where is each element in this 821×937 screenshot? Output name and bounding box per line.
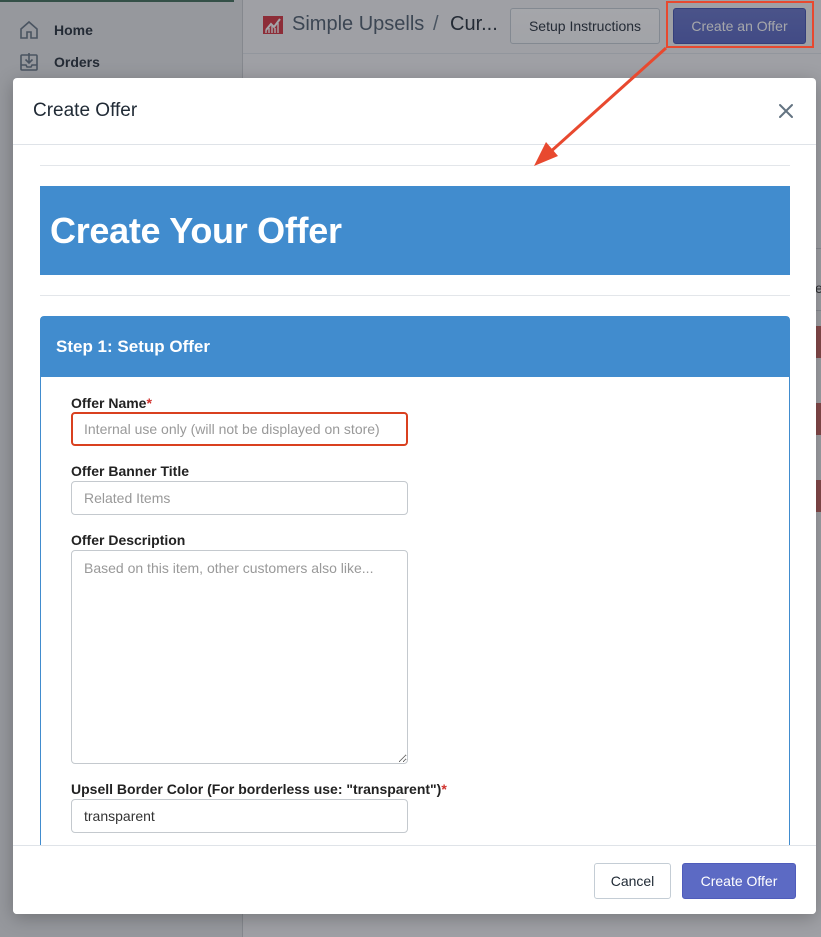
cancel-button[interactable]: Cancel	[594, 863, 671, 899]
modal-title: Create Offer	[33, 100, 138, 121]
offer-banner: Create Your Offer	[40, 186, 790, 275]
offer-banner-title-label: Offer Banner Title	[71, 463, 189, 479]
divider	[40, 295, 790, 296]
offer-name-label: Offer Name*	[71, 395, 152, 411]
create-offer-modal: Create Offer Create Your Offer Step 1: S…	[13, 78, 816, 914]
divider	[40, 165, 790, 166]
border-color-input[interactable]	[71, 799, 408, 833]
banner-title: Create Your Offer	[50, 209, 342, 251]
offer-banner-title-input[interactable]	[71, 481, 408, 515]
offer-name-input[interactable]	[71, 412, 408, 446]
create-offer-submit-button[interactable]: Create Offer	[682, 863, 796, 899]
required-marker: *	[441, 781, 447, 797]
offer-description-textarea[interactable]	[71, 550, 408, 764]
step-1-panel: Step 1: Setup Offer Offer Name* Offer Ba…	[40, 316, 790, 845]
offer-description-label: Offer Description	[71, 532, 186, 548]
step-title: Step 1: Setup Offer	[56, 337, 210, 356]
modal-body[interactable]: Create Your Offer Step 1: Setup Offer Of…	[13, 145, 816, 845]
modal-footer: Cancel Create Offer	[13, 845, 816, 914]
border-color-label: Upsell Border Color (For borderless use:…	[71, 781, 447, 797]
modal-header: Create Offer	[13, 78, 816, 145]
close-icon[interactable]	[777, 102, 795, 120]
step-1-heading: Step 1: Setup Offer	[41, 317, 789, 377]
annotation-highlight-box	[666, 1, 814, 48]
required-marker: *	[146, 395, 152, 411]
